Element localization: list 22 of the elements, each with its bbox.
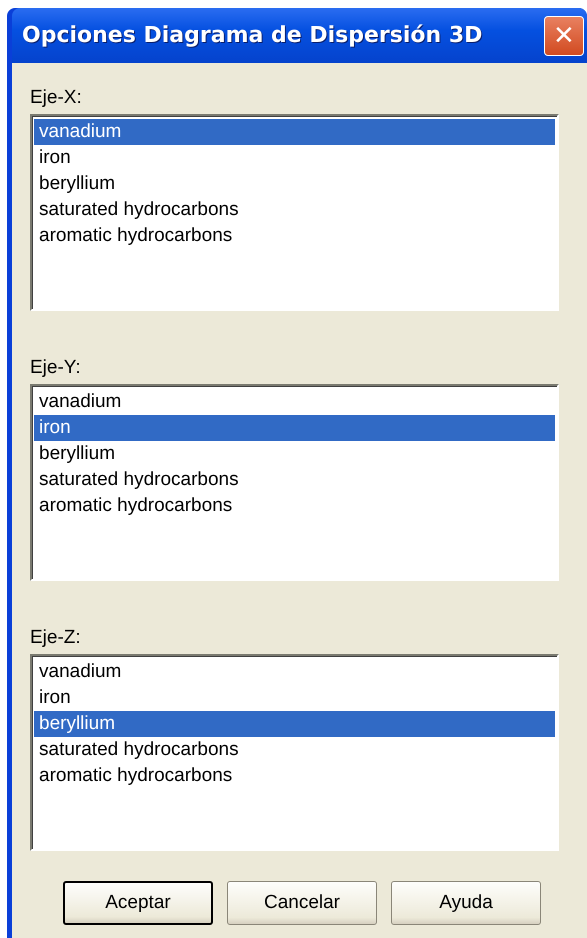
list-item[interactable]: vanadium (34, 659, 555, 685)
list-item[interactable]: aromatic hydrocarbons (34, 223, 555, 249)
list-item[interactable]: aromatic hydrocarbons (34, 493, 555, 519)
dialog-button[interactable]: Aceptar (63, 881, 213, 925)
list-item[interactable]: beryllium (34, 171, 555, 197)
window-title: Opciones Diagrama de Dispersión 3D (22, 23, 482, 48)
axis-label: Eje-Y: (30, 357, 81, 379)
list-item[interactable]: iron (34, 415, 555, 441)
dialog-button[interactable]: Cancelar (227, 881, 377, 925)
list-item[interactable]: saturated hydrocarbons (34, 197, 555, 223)
list-item[interactable]: beryllium (34, 441, 555, 467)
list-item[interactable]: saturated hydrocarbons (34, 467, 555, 493)
list-item[interactable]: iron (34, 145, 555, 171)
list-item[interactable]: vanadium (34, 389, 555, 415)
list-item[interactable]: saturated hydrocarbons (34, 737, 555, 763)
list-item[interactable]: iron (34, 685, 555, 711)
list-item[interactable]: beryllium (34, 711, 555, 737)
list-item[interactable]: vanadium (34, 119, 555, 145)
axis-label: Eje-Z: (30, 627, 81, 649)
axis-label: Eje-X: (30, 87, 82, 109)
list-item[interactable]: aromatic hydrocarbons (34, 763, 555, 789)
dialog-button[interactable]: Ayuda (391, 881, 541, 925)
